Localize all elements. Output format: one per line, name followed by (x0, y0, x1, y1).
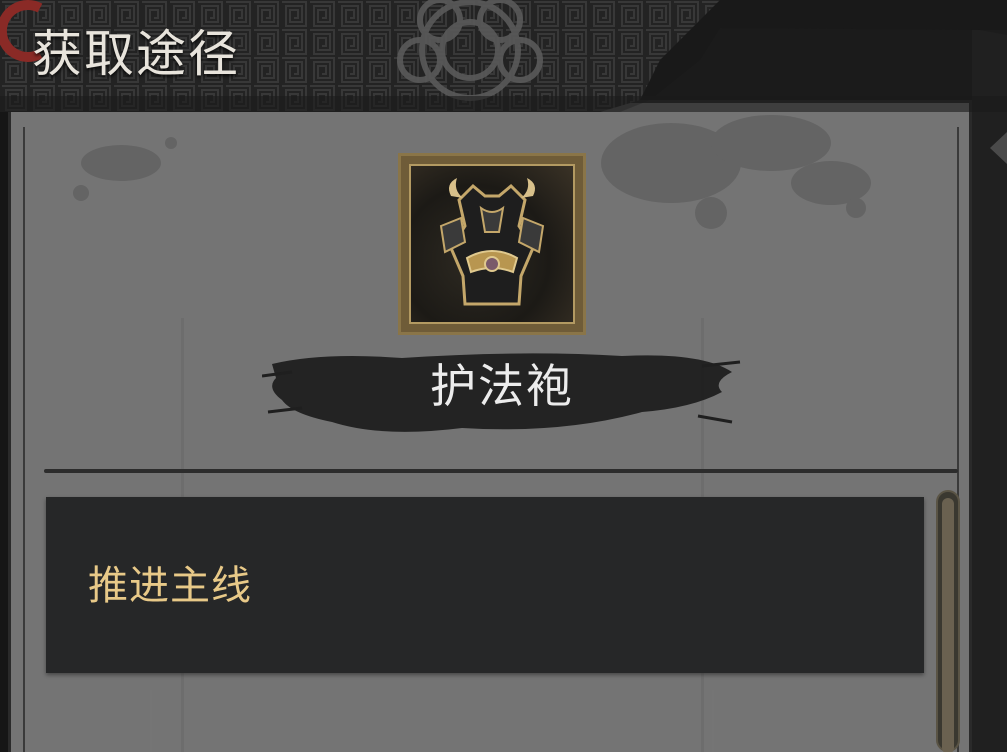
page-title: 获取途径 (32, 25, 240, 83)
item-icon-frame[interactable] (398, 153, 586, 335)
item-name: 护法袍 (430, 359, 574, 413)
header-bar: 获取途径 (0, 0, 1007, 112)
scrollbar[interactable] (936, 490, 960, 752)
armor-robe-icon (439, 178, 545, 306)
scrollbar-thumb[interactable] (942, 498, 954, 752)
list-item-partial (150, 690, 714, 752)
source-list-item[interactable]: 推进主线 (46, 497, 924, 673)
side-arrow-icon[interactable] (990, 132, 1007, 164)
source-label: 推进主线 (88, 563, 252, 609)
acquisition-popup: 获取途径 护法袍 推进主线 (0, 0, 1007, 752)
section-divider (44, 469, 958, 473)
